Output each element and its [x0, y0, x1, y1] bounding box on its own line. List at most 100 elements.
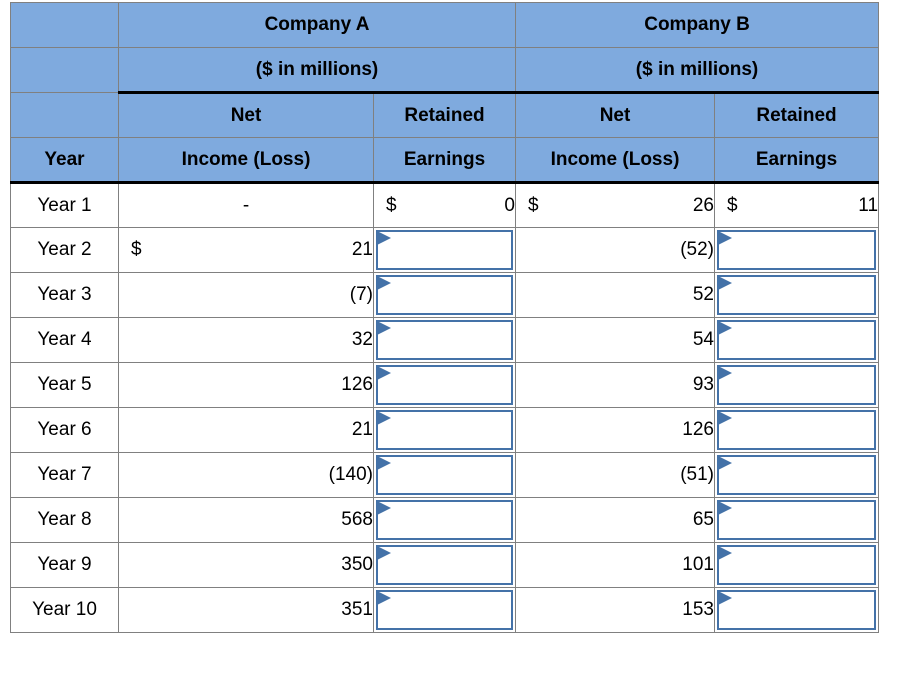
header-row-subtitle-2: Year Income (Loss) Earnings Income (Loss) Ea… [10, 137, 880, 184]
row-year-label: Year 3 [10, 272, 119, 318]
company-a-retained-earnings-input[interactable] [376, 545, 513, 585]
units-header-1: ($ in millions) [118, 47, 516, 94]
company-a-net-income-value: 32 [351, 329, 373, 350]
company-b-retained-earnings-input[interactable] [717, 455, 877, 495]
company-a-retained-earnings-input[interactable] [376, 500, 513, 540]
company-a-retained-earnings-input[interactable] [376, 365, 513, 405]
company-b-retained-earnings-input[interactable] [717, 320, 877, 360]
row-year-label: Year 7 [10, 452, 119, 498]
company-a-net-income: - [118, 182, 374, 228]
company-a-net-income-value: 351 [341, 599, 373, 620]
row-year-label: Year 4 [10, 317, 119, 363]
company-a-retained-earnings-cell[interactable] [373, 587, 516, 633]
financial-worksheet: Company A Company B ($ in millions) ($ in m… [10, 2, 880, 644]
company-b-retained-earnings-cell[interactable] [713, 587, 880, 633]
table-row: Year 6 21 126 [10, 407, 880, 453]
company-b-net-income: 126 [515, 407, 715, 453]
company-b-net-income: $26 [515, 182, 715, 228]
company-a-retained-earnings-input[interactable] [376, 230, 513, 270]
company-a-retained-earnings-input[interactable] [376, 275, 513, 315]
company-a-retained-earnings-input[interactable] [376, 455, 513, 495]
company-b-retained-earnings-value: 11 [858, 194, 879, 216]
company-b-net-income: 52 [515, 272, 715, 318]
row-year-label: Year 2 [10, 227, 119, 273]
company-b-net-income-value: 26 [692, 194, 714, 216]
table-row: Year 1- $0 $26 $11 [10, 182, 880, 228]
company-a-net-income: (7) [118, 272, 374, 318]
table-row: Year 8 568 65 [10, 497, 880, 543]
company-a-retained-earnings-cell[interactable] [373, 497, 516, 543]
company-a-net-income-value: 126 [341, 374, 373, 395]
company-a-retained-earnings-cell[interactable] [373, 272, 516, 318]
company-b-retained-earnings-cell[interactable] [713, 407, 880, 453]
company-b-net-income-value: 52 [692, 284, 714, 305]
company-b-retained-earnings-input[interactable] [717, 275, 877, 315]
units-header-2: ($ in millions) [514, 47, 880, 94]
company-a-retained-earnings-cell[interactable] [373, 227, 516, 273]
company-b-net-income-value: 93 [692, 374, 714, 395]
company-b-retained-earnings-cell[interactable] [713, 452, 880, 498]
company-b-retained-earnings-cell[interactable] [713, 272, 880, 318]
company-a-net-income: $21 [118, 227, 374, 273]
company-a-net-income-value: - [242, 194, 250, 216]
row-year-label: Year 1 [10, 182, 119, 228]
header-sub1-blank [10, 92, 119, 138]
company-b-net-income-value: 153 [682, 599, 714, 620]
company-b-net-income: (52) [515, 227, 715, 273]
company-a-retained-earnings: $0 [373, 182, 516, 228]
table-row: Year 3 (7) 52 [10, 272, 880, 318]
row-year-label: Year 6 [10, 407, 119, 453]
company-b-retained-earnings-cell[interactable] [713, 227, 880, 273]
subheader-line1-2: Retained [373, 92, 516, 138]
company-a-retained-earnings-input[interactable] [376, 320, 513, 360]
company-b-retained-earnings-cell[interactable] [713, 362, 880, 408]
company-a-net-income-currency-symbol: $ [131, 239, 142, 260]
company-a-retained-earnings-cell[interactable] [373, 452, 516, 498]
company-a-retained-earnings-value: 0 [504, 194, 515, 216]
company-a-net-income: 21 [118, 407, 374, 453]
company-b-net-income: 93 [515, 362, 715, 408]
company-a-retained-earnings-cell[interactable] [373, 407, 516, 453]
company-a-retained-earnings-currency-symbol: $ [386, 194, 397, 216]
company-a-net-income: 350 [118, 542, 374, 588]
company-b-net-income-currency-symbol: $ [528, 194, 539, 216]
company-b-retained-earnings-cell[interactable] [713, 497, 880, 543]
table-row: Year 10 351 153 [10, 587, 880, 633]
header-units-blank [10, 47, 119, 93]
company-a-net-income-value: (140) [328, 464, 373, 485]
company-b-net-income: 54 [515, 317, 715, 363]
company-b-retained-earnings-cell[interactable] [713, 542, 880, 588]
header-row-units: ($ in millions) ($ in millions) [10, 47, 880, 94]
company-a-net-income: 126 [118, 362, 374, 408]
company-b-retained-earnings-input[interactable] [717, 545, 877, 585]
company-b-net-income-value: 126 [682, 419, 714, 440]
table-row: Year 4 32 54 [10, 317, 880, 363]
subheader-line2-3: Income (Loss) [515, 137, 715, 184]
company-b-retained-earnings-input[interactable] [717, 590, 877, 630]
company-a-retained-earnings-cell[interactable] [373, 362, 516, 408]
company-b-retained-earnings-input[interactable] [717, 230, 877, 270]
company-b-net-income-value: 65 [692, 509, 714, 530]
company-a-net-income: 351 [118, 587, 374, 633]
company-b-retained-earnings-input[interactable] [717, 365, 877, 405]
subheader-line2-2: Earnings [373, 137, 516, 184]
company-b-net-income-value: (52) [680, 239, 714, 260]
company-a-net-income-value: 568 [341, 509, 373, 530]
company-a-retained-earnings-input[interactable] [376, 410, 513, 450]
row-year-label: Year 8 [10, 497, 119, 543]
company-b-net-income: 101 [515, 542, 715, 588]
company-a-retained-earnings-cell[interactable] [373, 542, 516, 588]
table-row: Year 2 $21 (52) [10, 227, 880, 273]
subheader-line1-4: Retained [713, 92, 880, 138]
company-a-net-income-value: 350 [341, 554, 373, 575]
company-header-2: Company B [514, 2, 880, 48]
subheader-line1-1: Net [118, 92, 374, 138]
company-b-retained-earnings-cell[interactable] [713, 317, 880, 363]
company-b-retained-earnings-input[interactable] [717, 410, 877, 450]
company-a-retained-earnings-input[interactable] [376, 590, 513, 630]
table-row: Year 5 126 93 [10, 362, 880, 408]
company-a-retained-earnings-cell[interactable] [373, 317, 516, 363]
row-year-label: Year 9 [10, 542, 119, 588]
company-b-net-income: 65 [515, 497, 715, 543]
company-b-retained-earnings-input[interactable] [717, 500, 877, 540]
